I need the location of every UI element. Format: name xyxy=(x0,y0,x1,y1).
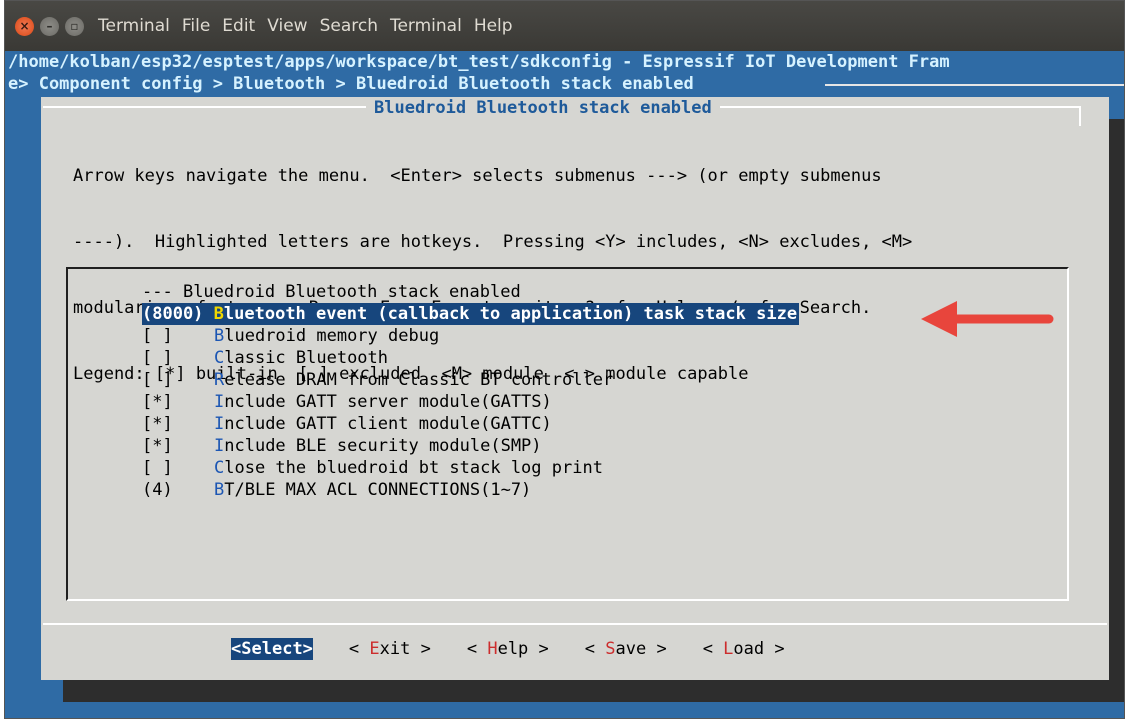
breadcrumb-divider xyxy=(825,84,1124,86)
breadcrumb: e> Component config > Bluetooth > Bluedr… xyxy=(8,74,694,94)
item-hotkey: R xyxy=(214,370,225,390)
menu-bar: Terminal File Edit View Search Terminal … xyxy=(98,16,525,36)
minimize-icon[interactable]: – xyxy=(40,16,59,36)
btn-hotkey: S xyxy=(605,639,616,659)
btn-bracket: < xyxy=(231,639,242,659)
item-checkbox: [*] xyxy=(142,414,173,434)
close-icon[interactable]: × xyxy=(15,16,34,36)
menu-item-memory-debug[interactable]: [ ] Bluedroid memory debug xyxy=(142,325,799,347)
item-hotkey: C xyxy=(214,348,225,368)
btn-label: oad > xyxy=(733,639,785,659)
btn-label: elect> xyxy=(251,639,313,659)
dialog-title: Bluedroid Bluetooth stack enabled xyxy=(366,97,720,119)
btn-label: xit > xyxy=(379,639,431,659)
btn-label: elp > xyxy=(497,639,549,659)
instruction-line: ----). Highlighted letters are hotkeys. … xyxy=(73,232,913,252)
maximize-icon[interactable]: ▫ xyxy=(65,16,84,36)
item-checkbox: [*] xyxy=(142,436,173,456)
btn-hotkey: S xyxy=(241,639,252,659)
item-checkbox: [ ] xyxy=(142,370,173,390)
title-bar: × – ▫ Terminal File Edit View Search Ter… xyxy=(5,1,1124,51)
item-label: luedroid memory debug xyxy=(224,326,440,346)
item-prefix: --- xyxy=(142,282,183,302)
menu-item-task-stack-size[interactable]: (8000) Bluetooth event (callback to appl… xyxy=(142,303,800,325)
item-checkbox: [ ] xyxy=(142,458,173,478)
button-divider xyxy=(43,623,1107,625)
item-hotkey: I xyxy=(214,436,225,456)
btn-bracket: < xyxy=(584,639,606,659)
load-button[interactable]: < Load > xyxy=(703,638,785,660)
menu-edit[interactable]: Edit xyxy=(222,16,255,36)
terminal-area[interactable]: /home/kolban/esp32/esptest/apps/workspac… xyxy=(5,51,1124,718)
item-label: Bluedroid Bluetooth stack enabled xyxy=(182,282,521,302)
btn-bracket: < xyxy=(702,639,724,659)
menu-help[interactable]: Help xyxy=(474,16,513,36)
menu-list: --- Bluedroid Bluetooth stack enabled (8… xyxy=(142,281,800,501)
item-value: (4) xyxy=(142,480,173,500)
menu-item-gatts[interactable]: [*] Include GATT server module(GATTS) xyxy=(142,391,799,413)
menu-item-gattc[interactable]: [*] Include GATT client module(GATTC) xyxy=(142,413,799,435)
btn-hotkey: L xyxy=(723,639,734,659)
exit-button[interactable]: < Exit > xyxy=(349,638,431,660)
menu-item-classic-bluetooth[interactable]: [ ] Classic Bluetooth xyxy=(142,347,799,369)
menu-search[interactable]: Search xyxy=(320,16,378,36)
menu-item-log-print[interactable]: [ ] Close the bluedroid bt stack log prin… xyxy=(142,457,799,479)
item-label: T/BLE MAX ACL CONNECTIONS(1~7) xyxy=(224,480,532,500)
item-label: nclude BLE security module(SMP) xyxy=(224,436,542,456)
menu-terminal-app[interactable]: Terminal xyxy=(98,16,170,36)
save-button[interactable]: < Save > xyxy=(585,638,667,660)
item-label: nclude GATT client module(GATTC) xyxy=(224,414,552,434)
item-checkbox: [ ] xyxy=(142,348,173,368)
item-hotkey: B xyxy=(214,326,225,346)
select-button[interactable]: <Select> xyxy=(231,638,313,660)
item-hotkey: B xyxy=(214,480,225,500)
item-label: nclude GATT server module(GATTS) xyxy=(224,392,552,412)
menuconfig-dialog: Bluedroid Bluetooth stack enabled Arrow … xyxy=(41,97,1109,680)
menu-item-header[interactable]: --- Bluedroid Bluetooth stack enabled xyxy=(142,281,799,303)
menu-item-release-dram[interactable]: [ ] Release DRAM from Classic BT controll… xyxy=(142,369,799,391)
item-label: lassic Bluetooth xyxy=(224,348,389,368)
menu-view[interactable]: View xyxy=(267,16,307,36)
menu-item-max-acl[interactable]: (4) B T/BLE MAX ACL CONNECTIONS(1~7) xyxy=(142,479,799,501)
item-value: (8000) xyxy=(142,304,214,324)
btn-bracket: < xyxy=(466,639,488,659)
item-hotkey: I xyxy=(214,414,225,434)
config-path: /home/kolban/esp32/esptest/apps/workspac… xyxy=(8,52,950,72)
btn-label: ave > xyxy=(615,639,667,659)
menu-file[interactable]: File xyxy=(182,16,210,36)
dialog-frame-corner xyxy=(1079,106,1081,126)
terminal-window: × – ▫ Terminal File Edit View Search Ter… xyxy=(4,0,1125,719)
instruction-line: Arrow keys navigate the menu. <Enter> se… xyxy=(73,166,882,186)
btn-hotkey: E xyxy=(369,639,380,659)
menu-terminal[interactable]: Terminal xyxy=(390,16,462,36)
item-checkbox: [ ] xyxy=(142,326,173,346)
menu-item-smp[interactable]: [*] Include BLE security module(SMP) xyxy=(142,435,799,457)
btn-hotkey: H xyxy=(487,639,498,659)
item-label: luetooth event (callback to application)… xyxy=(223,304,798,324)
item-label: lose the bluedroid bt stack log print xyxy=(224,458,603,478)
button-bar: <Select> < Exit > < Help > < Save > < Lo… xyxy=(231,638,821,660)
item-hotkey: C xyxy=(214,458,225,478)
item-checkbox: [*] xyxy=(142,392,173,412)
item-hotkey: I xyxy=(214,392,225,412)
item-label: elease DRAM from Classic BT controller xyxy=(224,370,614,390)
btn-bracket: < xyxy=(348,639,370,659)
item-hotkey: B xyxy=(213,304,224,324)
annotation-arrow-icon xyxy=(921,301,1054,337)
help-button[interactable]: < Help > xyxy=(467,638,549,660)
